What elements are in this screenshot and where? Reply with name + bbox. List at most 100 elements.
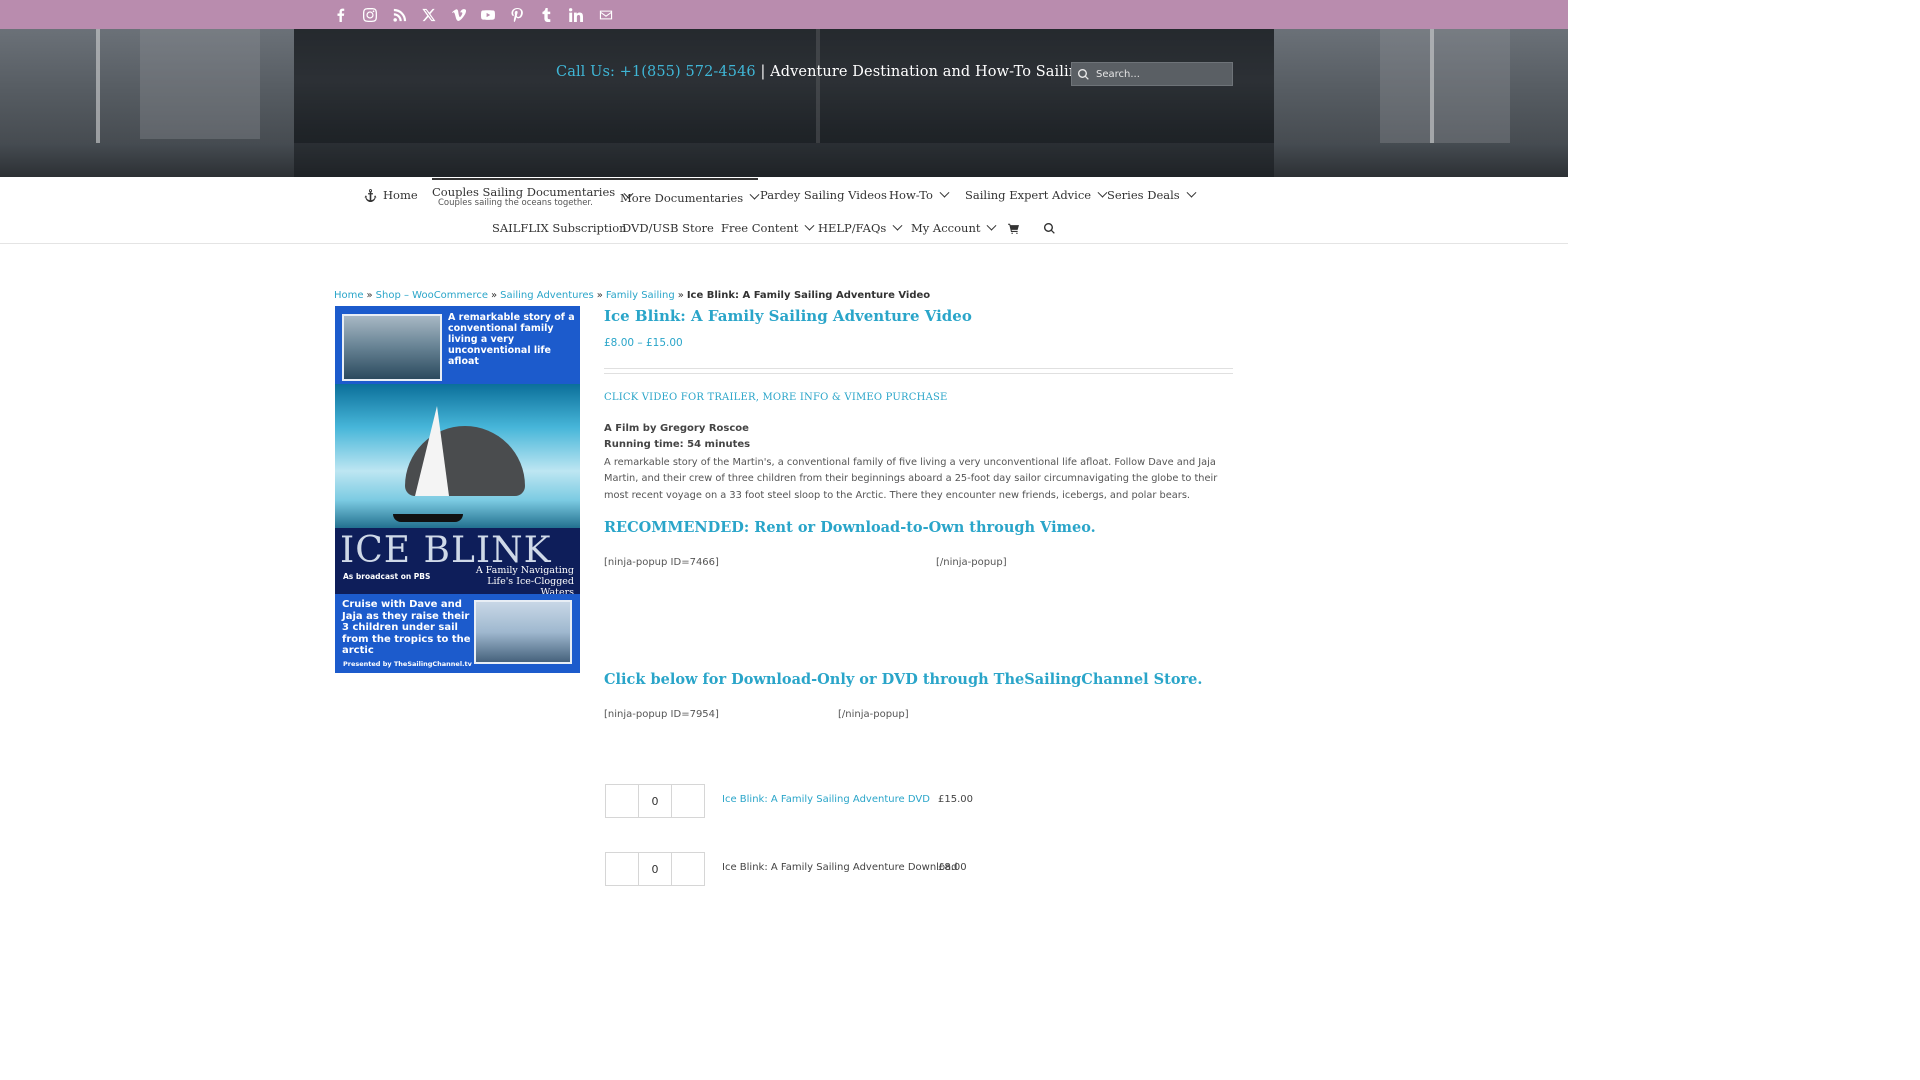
nav-more-documentaries[interactable]: More Documentaries [620, 178, 760, 206]
nav-more-docs-label: More Documentaries [620, 190, 744, 205]
chevron-down-icon [987, 220, 997, 231]
breadcrumb-sailing-adventures[interactable]: Sailing Adventures [500, 290, 594, 301]
banner-overlay [294, 29, 1274, 177]
divider [604, 368, 1233, 369]
quantity-input[interactable] [639, 785, 671, 817]
search-icon [1044, 222, 1055, 234]
cover-top-text: A remarkable story of a conventional fam… [448, 312, 575, 367]
breadcrumb-separator: » [490, 290, 498, 301]
nav-couples-label: Couples Sailing Documentaries [432, 184, 616, 199]
popup-shortcode-close: [/ninja-popup] [838, 709, 909, 720]
search-input[interactable] [1096, 68, 1221, 80]
social-bar [0, 0, 1568, 29]
pinterest-icon[interactable] [510, 0, 539, 29]
nav-expert-advice[interactable]: Sailing Expert Advice [965, 185, 1108, 205]
nav-dvd-store[interactable]: DVD/USB Store [622, 218, 714, 238]
nav-couples-documentaries[interactable]: Couples Sailing Documentaries [432, 178, 634, 200]
nav-pardey-videos[interactable]: Pardey Sailing Videos [760, 185, 887, 205]
nav-sailflix[interactable]: SAILFLIX Subscription [492, 218, 627, 238]
video-trailer-link[interactable]: CLICK VIDEO FOR TRAILER, MORE INFO & VIM… [604, 392, 948, 403]
breadcrumb-family-sailing[interactable]: Family Sailing [606, 290, 675, 301]
breadcrumb-home[interactable]: Home [334, 290, 364, 301]
cover-bottom-text: Cruise with Dave and Jaja as they raise … [342, 599, 471, 656]
call-us-link[interactable]: Call Us: +1(855) 572-4546 [556, 64, 756, 80]
breadcrumb-separator: » [677, 290, 684, 301]
nav-home[interactable]: Home [364, 185, 418, 205]
recommended-heading: RECOMMENDED: Rent or Download-to-Own thr… [604, 519, 1096, 536]
header-banner [0, 29, 1568, 177]
nav-cart[interactable] [1008, 218, 1019, 238]
vimeo-icon[interactable] [451, 0, 481, 29]
film-credit: A Film by Gregory Roscoe [604, 423, 749, 434]
chevron-down-icon [1186, 187, 1197, 198]
banner-sail-right [1380, 29, 1510, 144]
nav-my-account[interactable]: My Account [911, 218, 997, 238]
nav-free-content[interactable]: Free Content [721, 218, 815, 238]
facebook-icon[interactable] [334, 0, 363, 29]
cart-icon [1008, 223, 1019, 234]
banner-sail-left [140, 29, 260, 139]
rss-icon[interactable] [393, 0, 422, 29]
quantity-stepper[interactable] [605, 852, 705, 886]
search-icon [1078, 68, 1089, 80]
cover-photo-top [342, 314, 442, 381]
breadcrumb: Home» Shop – WooCommerce» Sailing Adventur… [334, 290, 930, 301]
linkedin-icon[interactable] [569, 0, 598, 29]
nav-dvd-label: DVD/USB Store [622, 221, 714, 235]
breadcrumb-shop[interactable]: Shop – WooCommerce [376, 290, 488, 301]
nav-expert-label: Sailing Expert Advice [965, 188, 1092, 202]
nav-howto-label: How-To [889, 188, 933, 202]
nav-couples-subtitle: Couples sailing the oceans together. [438, 198, 593, 208]
instagram-icon[interactable] [363, 0, 392, 29]
quantity-plus-button[interactable] [671, 785, 704, 817]
chevron-down-icon [749, 189, 760, 200]
quantity-plus-button[interactable] [671, 853, 704, 885]
nav-help-label: HELP/FAQs [818, 221, 887, 235]
nav-series-deals[interactable]: Series Deals [1107, 185, 1197, 205]
tumblr-icon[interactable] [540, 0, 569, 29]
nav-search[interactable] [1044, 218, 1055, 238]
nav-how-to[interactable]: How-To [889, 185, 950, 205]
divider [604, 373, 1233, 374]
header-tagline: Call Us: +1(855) 572-4546 | Adventure De… [556, 64, 1142, 80]
nav-home-label: Home [383, 188, 418, 202]
chevron-down-icon [804, 220, 815, 231]
nav-help-faqs[interactable]: HELP/FAQs [818, 218, 903, 238]
nav-account-label: My Account [911, 221, 981, 235]
social-links [334, 0, 628, 29]
nav-sailflix-label: SAILFLIX Subscription [492, 221, 627, 235]
product-description: A remarkable story of the Martin's, a co… [604, 457, 1218, 501]
breadcrumb-separator: » [596, 290, 603, 301]
x-twitter-icon[interactable] [422, 0, 451, 29]
grouped-item-download-price: £8.00 [938, 862, 967, 873]
product-price: £8.00 – £15.00 [604, 337, 683, 349]
email-icon[interactable] [599, 0, 628, 29]
grouped-item-dvd-price: £15.00 [938, 794, 973, 805]
popup-shortcode-open: [ninja-popup ID=7954] [604, 709, 719, 720]
cover-boat-hull [393, 514, 463, 522]
breadcrumb-current: Ice Blink: A Family Sailing Adventure Vi… [686, 290, 931, 301]
chevron-down-icon [892, 220, 903, 231]
running-time: Running time: 54 minutes [604, 439, 751, 450]
download-heading: Click below for Download-Only or DVD thr… [604, 671, 1203, 688]
youtube-icon[interactable] [480, 0, 510, 29]
anchor-icon [364, 188, 377, 202]
nav-pardey-label: Pardey Sailing Videos [760, 188, 887, 202]
quantity-stepper[interactable] [605, 784, 705, 818]
quantity-minus-button[interactable] [606, 853, 639, 885]
nav-free-label: Free Content [721, 221, 799, 235]
quantity-minus-button[interactable] [606, 785, 639, 817]
quantity-input[interactable] [639, 853, 671, 885]
nav-series-label: Series Deals [1107, 188, 1180, 202]
popup-shortcode-close: [/ninja-popup] [936, 557, 1007, 568]
cover-boat-sail [415, 406, 449, 496]
product-title: Ice Blink: A Family Sailing Adventure Vi… [604, 307, 972, 325]
breadcrumb-separator: » [366, 290, 373, 301]
product-image[interactable]: A remarkable story of a conventional fam… [335, 306, 580, 673]
cover-photo-bottom [474, 600, 572, 664]
grouped-item-download-name: Ice Blink: A Family Sailing Adventure Do… [722, 862, 958, 873]
header-search[interactable] [1071, 62, 1233, 86]
chevron-down-icon [939, 187, 950, 198]
grouped-item-dvd-link[interactable]: Ice Blink: A Family Sailing Adventure DV… [722, 794, 930, 805]
cover-broadcast-note: As broadcast on PBS [343, 572, 431, 581]
